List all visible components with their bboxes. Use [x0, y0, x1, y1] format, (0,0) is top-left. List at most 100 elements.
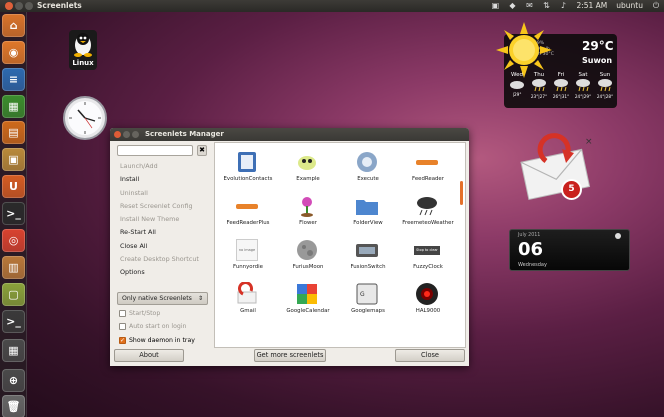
rain-cloud-icon: [550, 78, 572, 94]
weather-temp: 29°C: [582, 39, 614, 53]
action-uninstall[interactable]: Uninstall: [120, 187, 210, 200]
power-icon[interactable]: ⏻: [652, 1, 660, 10]
about-button[interactable]: About: [114, 349, 184, 362]
action-close-all[interactable]: Close All: [120, 240, 210, 253]
clear-search-button[interactable]: ✖: [197, 145, 207, 156]
action-install-new-theme[interactable]: Install New Theme: [120, 213, 210, 226]
screenlets-icon[interactable]: ▢: [2, 283, 25, 306]
action-reset-screenlet-config[interactable]: Reset Screenlet Config: [120, 200, 210, 213]
top-panel: Screenlets ▣ ◆ ✉ ⇅ ♪ 2:51 AM ubuntu ⏻: [0, 0, 664, 12]
action-launch-add[interactable]: Launch/Add: [120, 160, 210, 173]
screenlet-freemeteoweather[interactable]: FreemeteoWeather: [397, 189, 459, 233]
analog-clock-screenlet[interactable]: [62, 95, 108, 141]
screenlet-gmail[interactable]: Gmail: [217, 277, 279, 321]
calendar-screenlet[interactable]: July 2011 06 Wednesday: [509, 229, 630, 271]
cloud-icon: [506, 78, 528, 92]
manager-titlebar[interactable]: Screenlets Manager: [110, 128, 469, 141]
grid-scrollbar[interactable]: [460, 181, 463, 205]
search-input[interactable]: [117, 145, 193, 156]
auto-start-label: Auto start on login: [129, 322, 187, 330]
screenlet-execute[interactable]: Execute: [337, 145, 399, 189]
screenlet-label: Example: [296, 176, 320, 182]
screenlet-label: Funnyordie: [233, 264, 263, 270]
screenlet-label: FusionSwitch: [350, 264, 386, 270]
screenlet-label: FolderView: [353, 220, 383, 226]
start-stop-row[interactable]: Start/Stop: [119, 308, 160, 318]
dropbox-icon[interactable]: ◆: [508, 1, 516, 10]
filter-select[interactable]: Only native Screenlets ⇕: [117, 292, 208, 305]
show-daemon-checkbox[interactable]: [119, 336, 126, 344]
fuzzyclock-icon: Stop to clear: [414, 237, 440, 263]
action-install[interactable]: Install: [120, 173, 210, 186]
calc-icon[interactable]: ▦: [2, 95, 25, 118]
feedreader-icon: [414, 149, 440, 175]
software-center-icon[interactable]: ▣: [2, 148, 25, 171]
get-more-screenlets-button[interactable]: Get more screenlets: [254, 349, 326, 362]
forecast-temps: 23°|27°: [530, 94, 548, 99]
action-options[interactable]: Options: [120, 266, 210, 279]
mail-icon[interactable]: ✉: [525, 1, 533, 10]
show-daemon-label: Show daemon in tray: [129, 336, 195, 344]
terminal-icon[interactable]: >_: [2, 202, 25, 225]
fuzzy-clock-preview: Stop to clear: [414, 245, 440, 255]
show-daemon-row[interactable]: Show daemon in tray: [119, 335, 195, 345]
firefox-icon[interactable]: ◉: [2, 41, 25, 64]
impress-icon[interactable]: ▤: [2, 121, 25, 144]
calendar-weekday: Wednesday: [518, 262, 547, 268]
forecast-temps: 24°|28°: [596, 94, 614, 99]
chrome-icon[interactable]: ◎: [2, 229, 25, 252]
trash-icon[interactable]: 🗑: [2, 395, 25, 417]
auto-start-checkbox[interactable]: [119, 322, 126, 330]
screenlet-funnyordie[interactable]: no image Funnyordie: [217, 233, 279, 277]
hal9000-icon: [414, 281, 440, 307]
close-button[interactable]: Close: [395, 349, 465, 362]
screenlet-feedreaderplus[interactable]: FeedReaderPlus: [217, 189, 279, 233]
terminal2-icon[interactable]: >_: [2, 310, 25, 333]
volume-icon[interactable]: ♪: [559, 1, 567, 10]
clock-time[interactable]: 2:51 AM: [576, 1, 607, 10]
rain-cloud-icon: [572, 78, 594, 94]
rain-cloud-icon: [594, 78, 616, 94]
apps-lens-icon[interactable]: ⊕: [2, 369, 25, 392]
settings-dot-icon[interactable]: [615, 233, 621, 239]
screenlet-furiusmoon[interactable]: FuriusMoon: [277, 233, 339, 277]
user-name[interactable]: ubuntu: [616, 1, 643, 10]
minimize-window-button[interactable]: [15, 2, 23, 10]
screenlet-fuzzyclock[interactable]: Stop to clear FuzzyClock: [397, 233, 459, 277]
ubuntu-one-icon[interactable]: U: [2, 175, 25, 198]
screenlet-googlemaps[interactable]: G Googlemaps: [337, 277, 399, 321]
start-stop-checkbox[interactable]: [119, 309, 126, 317]
auto-start-row[interactable]: Auto start on login: [119, 321, 186, 331]
home-folder-icon[interactable]: ⌂: [2, 14, 25, 37]
action-re-start-all[interactable]: Re-Start All: [120, 226, 210, 239]
action-create-desktop-shortcut[interactable]: Create Desktop Shortcut: [120, 253, 210, 266]
mail-screenlet[interactable]: × 5: [516, 133, 598, 203]
googlemaps-icon: G: [354, 281, 380, 307]
network-icon[interactable]: ⇅: [542, 1, 550, 10]
screenlet-hal9000[interactable]: HAL9000: [397, 277, 459, 321]
manager-maximize-button[interactable]: [132, 131, 139, 138]
screenlet-googlecalendar[interactable]: GoogleCalendar: [277, 277, 339, 321]
screenlet-evolutioncontacts[interactable]: EvolutionContacts: [217, 145, 279, 189]
screenlet-flower[interactable]: Flower: [277, 189, 339, 233]
screenlet-label: FeedReader: [412, 176, 444, 182]
screenlet-fusionswitch[interactable]: FusionSwitch: [337, 233, 399, 277]
maximize-window-button[interactable]: [25, 2, 33, 10]
linux-tux-screenlet[interactable]: Linux: [66, 30, 100, 70]
screenlet-label: GoogleCalendar: [286, 308, 330, 314]
archive-icon[interactable]: ▥: [2, 256, 25, 279]
fusionswitch-icon: [354, 237, 380, 263]
screenlets-manager-window: Screenlets Manager ✖ Launch/Add Install Un…: [110, 128, 469, 366]
screenlet-feedreader[interactable]: FeedReader: [397, 145, 459, 189]
screenlet-example[interactable]: Example: [277, 145, 339, 189]
calendar-month: July 2011: [518, 233, 541, 238]
workspace-icon[interactable]: ▦: [2, 339, 25, 362]
writer-icon[interactable]: ≡: [2, 68, 25, 91]
manager-close-button[interactable]: [114, 131, 121, 138]
close-window-button[interactable]: [5, 2, 13, 10]
manager-minimize-button[interactable]: [123, 131, 130, 138]
screenlets-tray-icon[interactable]: ▣: [491, 1, 500, 10]
screenlets-grid: EvolutionContacts Example Execute FeedReade…: [214, 142, 466, 348]
start-stop-label: Start/Stop: [129, 309, 161, 317]
screenlet-folderview[interactable]: FolderView: [337, 189, 399, 233]
